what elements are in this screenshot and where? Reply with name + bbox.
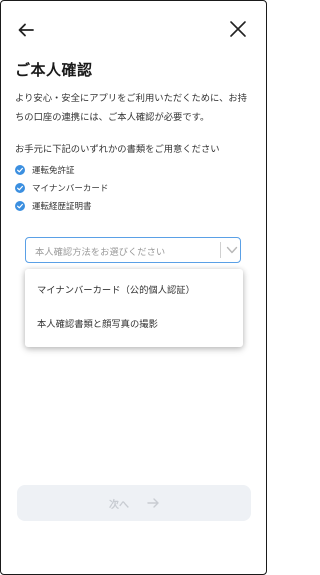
prepare-instructions: お手元に下記のいずれかの書類をご用意ください [15,144,220,155]
select-placeholder: 本人確認方法をお選びください [35,247,166,258]
chevron-down-icon [226,246,238,254]
option-id-document-photo[interactable]: 本人確認書類と顔写真の撮影 [37,315,158,335]
next-button[interactable]: 次へ [17,485,251,521]
document-label: 運転経歴証明書 [32,202,92,212]
select-divider [220,242,221,258]
page-title: ご本人確認 [15,61,93,79]
check-circle-icon [15,183,25,193]
page-description: より安心・安全にアプリをご利用いただくために、お持ちの口座の連携には、ご本人確認… [15,93,247,123]
document-label: 運転免許証 [32,166,75,176]
top-bar [1,1,266,51]
close-x-icon [230,21,246,37]
next-button-label: 次へ [109,500,129,511]
back-button[interactable] [15,19,37,41]
option-my-number-card[interactable]: マイナンバーカード（公的個人認証） [37,281,195,301]
arrow-right-icon [147,498,159,508]
app-screen: ご本人確認 より安心・安全にアプリをご利用いただくために、お持ちの口座の連携には… [0,0,267,575]
check-circle-icon [15,165,25,175]
document-list: 運転免許証 マイナンバーカード 運転経歴証明書 [15,161,108,215]
arrow-left-icon [18,23,34,37]
list-item: 運転免許証 [15,161,108,179]
verification-method-select[interactable]: 本人確認方法をお選びください [25,237,241,263]
list-item: 運転経歴証明書 [15,197,108,215]
list-item: マイナンバーカード [15,179,108,197]
close-button[interactable] [227,18,249,40]
select-dropdown-menu: マイナンバーカード（公的個人認証） 本人確認書類と顔写真の撮影 [25,269,243,347]
check-circle-icon [15,201,25,211]
document-label: マイナンバーカード [32,184,109,194]
